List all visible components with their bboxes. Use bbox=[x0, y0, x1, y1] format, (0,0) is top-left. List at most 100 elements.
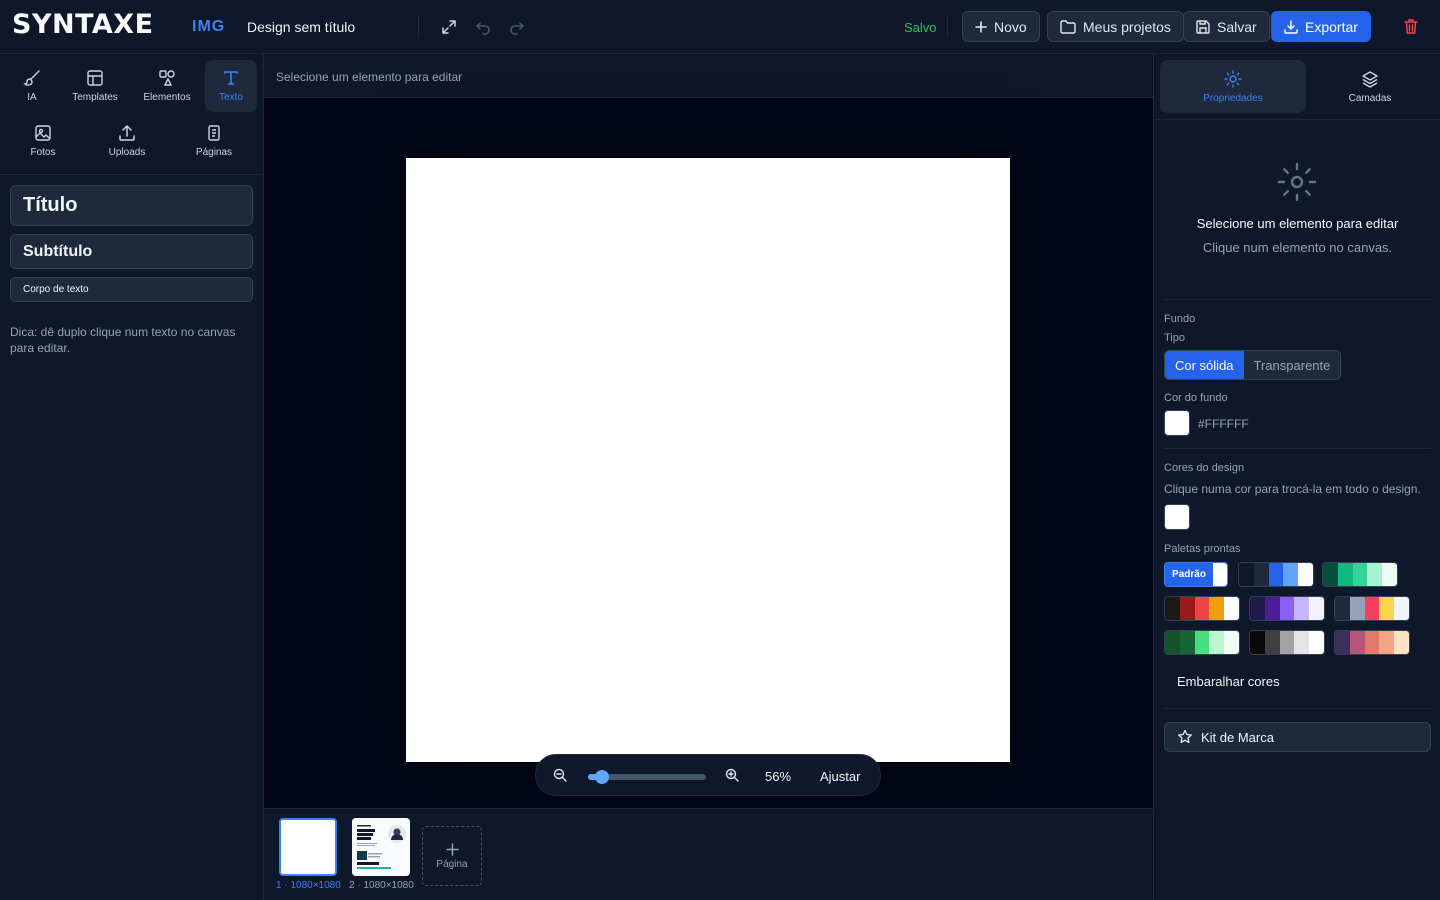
palette-8[interactable] bbox=[1249, 630, 1325, 655]
palette-swatch bbox=[1379, 631, 1395, 654]
zoom-slider[interactable] bbox=[588, 770, 706, 784]
tool-elements[interactable]: Elementos bbox=[141, 60, 193, 112]
palette-3[interactable] bbox=[1322, 562, 1398, 587]
background-type-label: Tipo bbox=[1164, 332, 1185, 344]
background-color-label: Cor do fundo bbox=[1164, 392, 1228, 404]
canvas-stage: 56% Ajustar bbox=[264, 98, 1153, 808]
pages-icon bbox=[208, 125, 220, 141]
palette-swatch bbox=[1364, 597, 1380, 620]
divider bbox=[947, 16, 948, 38]
palette-7[interactable] bbox=[1164, 630, 1240, 655]
tool-pages[interactable]: Páginas bbox=[188, 115, 240, 167]
palette-swatch bbox=[1165, 597, 1180, 620]
document-title[interactable]: Design sem título bbox=[247, 19, 355, 35]
design-colors-label: Cores do design bbox=[1164, 462, 1245, 474]
design-canvas[interactable] bbox=[406, 158, 1010, 762]
palette-swatch bbox=[1379, 597, 1395, 620]
zoom-in-icon[interactable] bbox=[725, 768, 739, 787]
palette-swatch bbox=[1253, 563, 1269, 586]
empty-state-title: Selecione um elemento para editar bbox=[1196, 216, 1399, 231]
background-color-swatch[interactable] bbox=[1164, 410, 1190, 436]
divider bbox=[1154, 119, 1440, 120]
add-page-button[interactable]: Página bbox=[422, 826, 482, 886]
tool-templates[interactable]: Templates bbox=[69, 60, 121, 112]
palette-swatch bbox=[1323, 563, 1338, 586]
text-style-title[interactable]: Título bbox=[10, 185, 253, 226]
palette-5[interactable] bbox=[1249, 596, 1325, 621]
brand-kit-button[interactable]: Kit de Marca bbox=[1164, 722, 1431, 752]
app-logo[interactable]: SYNTAXE bbox=[12, 9, 154, 40]
page-thumbnail-1[interactable] bbox=[279, 818, 337, 876]
palette-swatch bbox=[1224, 631, 1239, 654]
palette-swatch bbox=[1294, 597, 1310, 620]
palette-swatch bbox=[1213, 563, 1227, 586]
tool-ai[interactable]: IA bbox=[6, 60, 58, 112]
background-type-toggle: Cor sólida Transparente bbox=[1164, 350, 1342, 380]
tab-properties[interactable]: Propriedades bbox=[1160, 60, 1306, 113]
background-color-hex[interactable]: #FFFFFF bbox=[1198, 417, 1249, 431]
template-icon bbox=[87, 70, 103, 86]
solid-color-option[interactable]: Cor sólida bbox=[1165, 351, 1244, 379]
new-button-label: Novo bbox=[994, 18, 1027, 35]
zoom-control: 56% Ajustar bbox=[535, 754, 881, 796]
transparent-option[interactable]: Transparente bbox=[1244, 351, 1341, 379]
palette-swatch bbox=[1309, 597, 1324, 620]
redo-icon[interactable] bbox=[507, 17, 527, 37]
tool-ai-label: IA bbox=[27, 92, 37, 103]
my-projects-label: Meus projetos bbox=[1083, 18, 1171, 35]
page-label-2: 2 · 1080×1080 bbox=[349, 880, 414, 891]
palette-6[interactable] bbox=[1334, 596, 1410, 621]
selection-hint-bar: Selecione um elemento para editar bbox=[264, 54, 1153, 98]
palette-swatch bbox=[1209, 597, 1225, 620]
palette-9[interactable] bbox=[1334, 630, 1410, 655]
palette-2[interactable] bbox=[1238, 562, 1314, 587]
text-style-body[interactable]: Corpo de texto bbox=[10, 277, 253, 302]
zoom-out-icon[interactable] bbox=[553, 768, 567, 787]
page-thumbnail-2[interactable] bbox=[352, 818, 410, 876]
export-button[interactable]: Exportar bbox=[1271, 11, 1371, 42]
plus-icon bbox=[975, 20, 987, 33]
trash-icon[interactable] bbox=[1403, 18, 1419, 40]
palette-4[interactable] bbox=[1164, 596, 1240, 621]
palette-swatch bbox=[1394, 597, 1409, 620]
tool-photos-label: Fotos bbox=[30, 147, 56, 158]
divider bbox=[1164, 708, 1431, 709]
save-button-label: Salvar bbox=[1217, 18, 1257, 35]
tool-text[interactable]: Texto bbox=[205, 60, 257, 112]
empty-state-subtitle: Clique num elemento no canvas. bbox=[1202, 240, 1393, 255]
export-button-label: Exportar bbox=[1305, 18, 1358, 35]
palette-swatch bbox=[1165, 631, 1180, 654]
fit-button[interactable]: Ajustar bbox=[820, 769, 860, 784]
palette-swatch bbox=[1194, 597, 1210, 620]
palette-swatch bbox=[1349, 631, 1365, 654]
fullscreen-icon[interactable] bbox=[439, 17, 459, 37]
tool-templates-label: Templates bbox=[72, 92, 118, 103]
save-button[interactable]: Salvar bbox=[1183, 11, 1270, 42]
divider bbox=[1164, 448, 1431, 449]
new-button[interactable]: Novo bbox=[962, 11, 1040, 42]
tool-uploads-label: Uploads bbox=[108, 147, 146, 158]
save-icon bbox=[1196, 19, 1210, 34]
download-icon bbox=[1284, 19, 1298, 34]
undo-icon[interactable] bbox=[473, 17, 493, 37]
shuffle-colors-button[interactable]: Embaralhar cores bbox=[1177, 674, 1280, 689]
palette-swatch bbox=[1335, 597, 1350, 620]
palette-swatch bbox=[1250, 631, 1265, 654]
my-projects-button[interactable]: Meus projetos bbox=[1047, 11, 1184, 42]
tab-layers[interactable]: Camadas bbox=[1297, 60, 1440, 113]
tool-photos[interactable]: Fotos bbox=[17, 115, 69, 167]
palette-swatch bbox=[1279, 631, 1295, 654]
zoom-slider-thumb[interactable] bbox=[595, 770, 610, 784]
design-color-swatch[interactable] bbox=[1164, 504, 1190, 530]
preset-palettes-label: Paletas prontas bbox=[1164, 543, 1241, 555]
palette-swatch bbox=[1337, 563, 1353, 586]
text-style-subtitle[interactable]: Subtítulo bbox=[10, 234, 253, 269]
palette-swatch bbox=[1367, 563, 1383, 586]
palette-default[interactable]: Padrão bbox=[1164, 562, 1228, 587]
left-panel: IA Templates Elementos Texto Fotos Uploa… bbox=[0, 54, 264, 900]
tool-uploads[interactable]: Uploads bbox=[101, 115, 153, 167]
palette-swatch bbox=[1349, 597, 1365, 620]
palette-swatch bbox=[1179, 597, 1195, 620]
background-section-label: Fundo bbox=[1164, 313, 1196, 325]
sun-icon bbox=[1277, 162, 1317, 207]
